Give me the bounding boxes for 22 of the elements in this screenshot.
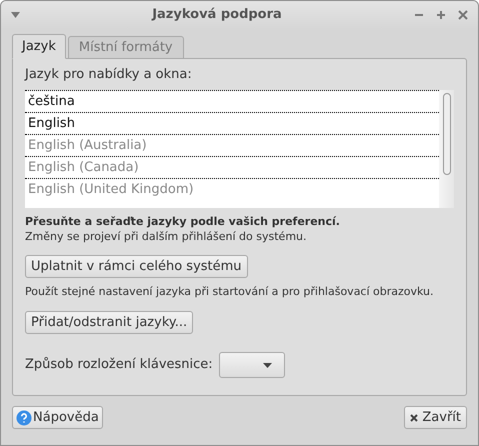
- close-icon: [410, 414, 418, 422]
- apply-note-text: Použít stejné nastavení jazyka při startování a pro přihlašovací obrazovku.: [25, 284, 435, 299]
- add-remove-languages-button[interactable]: Přidat/odstranit jazyky...: [25, 311, 194, 334]
- language-item[interactable]: čeština: [25, 90, 439, 112]
- apply-system-wide-button[interactable]: Uplatnit v rámci celého systému: [25, 255, 248, 278]
- instruction-text: Přesuňte a seřaďte jazyky podle vašich preferencí.: [25, 214, 341, 229]
- note-text: Změny se projeví při dalším přihlášení do systému.: [25, 229, 308, 244]
- caret-icon: [262, 362, 272, 368]
- close-icon[interactable]: [458, 10, 468, 20]
- help-button[interactable]: Nápověda: [12, 406, 103, 429]
- scrollbar[interactable]: [439, 90, 454, 208]
- window-menu-icon[interactable]: [11, 12, 20, 18]
- scrollbar-thumb[interactable]: [442, 93, 450, 175]
- close-button[interactable]: Zavřít: [404, 406, 467, 429]
- tab[interactable]: Jazyk: [12, 34, 66, 59]
- list-label: Jazyk pro nabídky a okna:: [25, 67, 193, 83]
- window-title: Jazyková podpora: [150, 6, 283, 24]
- help-icon: [16, 410, 32, 426]
- language-item[interactable]: English: [25, 112, 439, 134]
- maximize-icon[interactable]: [436, 10, 446, 20]
- keyboard-layout-label: Způsob rozložení klávesnice:: [25, 356, 213, 374]
- keyboard-layout-dropdown[interactable]: [218, 352, 285, 378]
